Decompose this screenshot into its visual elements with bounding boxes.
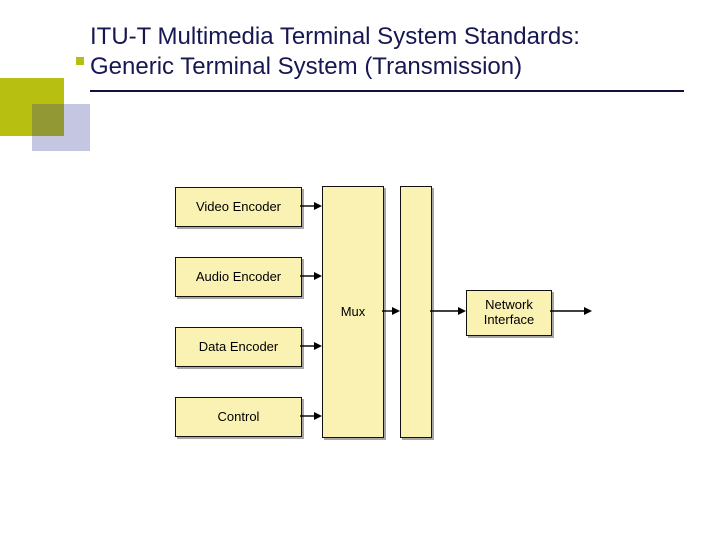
block-data-encoder: Data Encoder (175, 327, 302, 367)
label-net-line1: Network (485, 297, 533, 312)
page-title: ITU-T Multimedia Terminal System Standar… (90, 22, 690, 82)
block-mux: Mux (322, 186, 384, 438)
title-line-1: ITU-T Multimedia Terminal System Standar… (90, 23, 580, 50)
label-video: Video Encoder (196, 200, 281, 215)
label-data: Data Encoder (199, 340, 279, 355)
block-unnamed-tall (400, 186, 432, 438)
block-control: Control (175, 397, 302, 437)
block-audio-encoder: Audio Encoder (175, 257, 302, 297)
label-mux: Mux (341, 305, 366, 320)
title-bullet (76, 57, 84, 65)
label-net: Network Interface (484, 298, 535, 328)
label-audio: Audio Encoder (196, 270, 281, 285)
block-video-encoder: Video Encoder (175, 187, 302, 227)
accent-blue (32, 104, 90, 151)
label-net-line2: Interface (484, 312, 535, 327)
label-control: Control (218, 410, 260, 425)
title-line-2: Generic Terminal System (Transmission) (90, 53, 522, 80)
title-underline (90, 90, 684, 92)
block-network-interface: Network Interface (466, 290, 552, 336)
